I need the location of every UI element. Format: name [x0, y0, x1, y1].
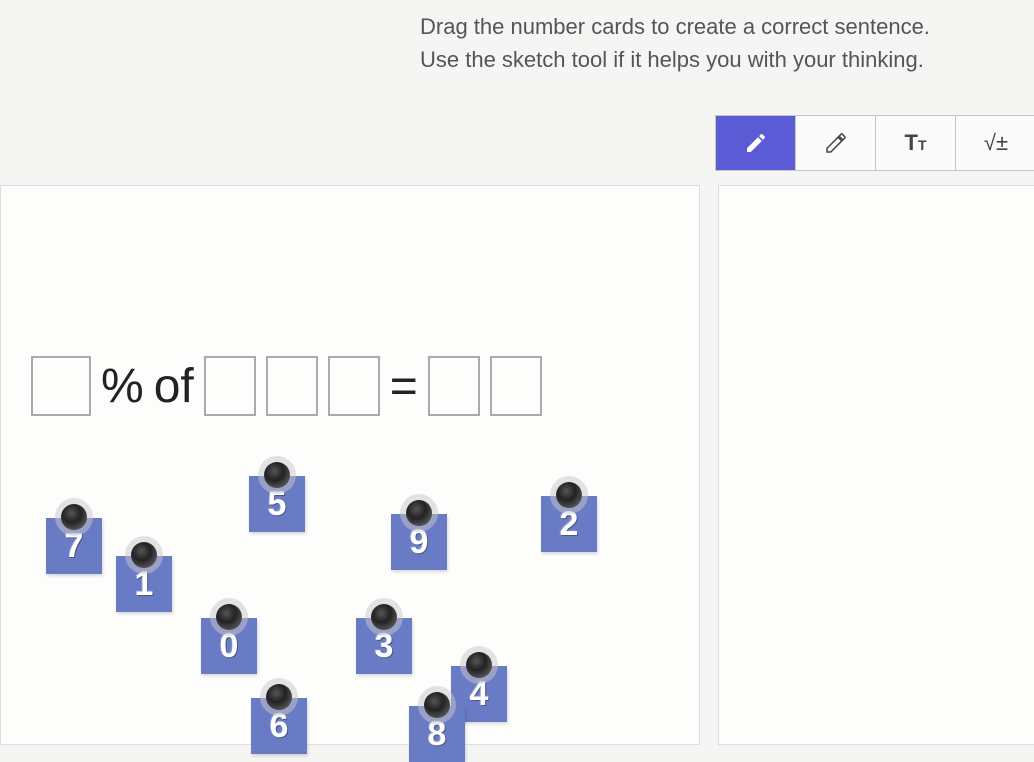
- sketch-panel[interactable]: [718, 185, 1034, 745]
- instruction-line-1: Drag the number cards to create a correc…: [420, 10, 1014, 43]
- pin-icon: [466, 652, 492, 678]
- drop-slot-num-1[interactable]: [204, 356, 256, 416]
- number-card-label: 7: [65, 527, 84, 566]
- drop-slot-percent-value[interactable]: [31, 356, 91, 416]
- pencil-outline-button[interactable]: [796, 116, 876, 170]
- number-card-3[interactable]: 3: [356, 618, 412, 674]
- workspace-panel: % of = 7150932468: [0, 185, 700, 745]
- pin-icon: [406, 500, 432, 526]
- number-card-9[interactable]: 9: [391, 514, 447, 570]
- number-card-7[interactable]: 7: [46, 518, 102, 574]
- number-card-0[interactable]: 0: [201, 618, 257, 674]
- pin-icon: [264, 462, 290, 488]
- text-tool-button[interactable]: TT: [876, 116, 956, 170]
- pin-icon: [131, 542, 157, 568]
- number-card-label: 2: [560, 505, 579, 544]
- pencil-outline-icon: [824, 131, 848, 155]
- equals-sign: =: [390, 359, 418, 414]
- text-tool-icon: TT: [904, 130, 926, 156]
- drop-slot-result-2[interactable]: [490, 356, 542, 416]
- pencil-filled-button[interactable]: [716, 116, 796, 170]
- number-card-label: 3: [375, 627, 394, 666]
- number-card-1[interactable]: 1: [116, 556, 172, 612]
- pin-icon: [556, 482, 582, 508]
- toolbar: TT √±: [715, 115, 1034, 171]
- number-card-label: 0: [220, 627, 239, 666]
- number-card-2[interactable]: 2: [541, 496, 597, 552]
- number-card-label: 5: [268, 485, 287, 524]
- drop-slot-num-3[interactable]: [328, 356, 380, 416]
- number-card-label: 4: [470, 675, 489, 714]
- sentence-row: % of =: [31, 356, 542, 416]
- drop-slot-result-1[interactable]: [428, 356, 480, 416]
- pin-icon: [61, 504, 87, 530]
- pin-icon: [371, 604, 397, 630]
- drop-slot-num-2[interactable]: [266, 356, 318, 416]
- pin-icon: [216, 604, 242, 630]
- number-card-6[interactable]: 6: [251, 698, 307, 754]
- pin-icon: [266, 684, 292, 710]
- math-tool-button[interactable]: √±: [956, 116, 1034, 170]
- number-card-5[interactable]: 5: [249, 476, 305, 532]
- number-card-label: 6: [270, 707, 289, 746]
- of-label: of: [154, 359, 194, 414]
- percent-sign: %: [101, 359, 144, 414]
- number-card-label: 1: [135, 565, 154, 604]
- instructions: Drag the number cards to create a correc…: [420, 10, 1014, 76]
- instruction-line-2: Use the sketch tool if it helps you with…: [420, 43, 1014, 76]
- pin-icon: [424, 692, 450, 718]
- pencil-filled-icon: [744, 131, 768, 155]
- number-card-label: 9: [410, 523, 429, 562]
- math-tool-icon: √±: [984, 130, 1008, 156]
- number-card-label: 8: [428, 715, 447, 754]
- number-card-8[interactable]: 8: [409, 706, 465, 762]
